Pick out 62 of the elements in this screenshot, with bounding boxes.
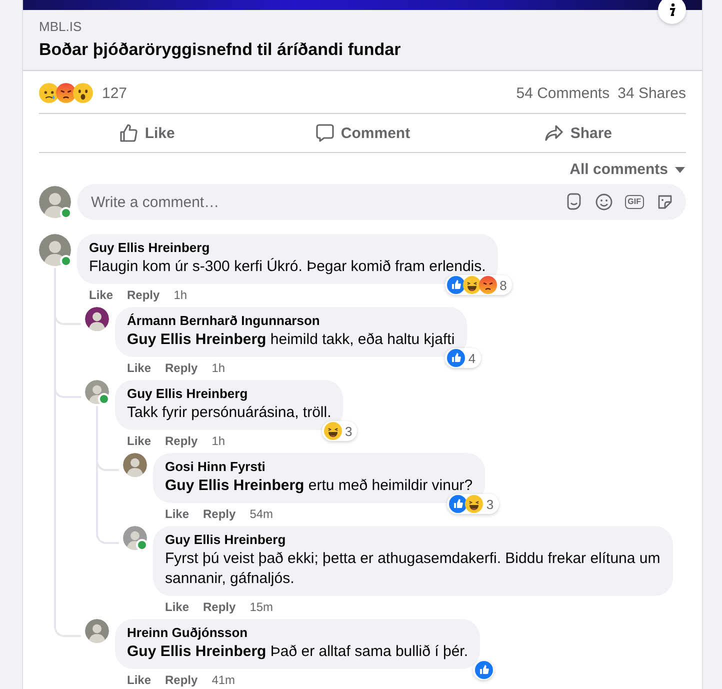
- comment-count[interactable]: 54 Comments: [516, 84, 610, 102]
- like-button[interactable]: Like: [39, 114, 255, 152]
- gif-icon[interactable]: GIF: [624, 195, 644, 209]
- sticker-icon[interactable]: [656, 193, 674, 211]
- avatar[interactable]: [85, 307, 109, 331]
- comment-button[interactable]: Comment: [254, 114, 470, 152]
- speech-bubble-icon: [314, 123, 335, 143]
- comment-author[interactable]: Ármann Bernharð Ingunnarson: [127, 313, 455, 328]
- reply-link[interactable]: Reply: [165, 673, 198, 687]
- like-link[interactable]: Like: [165, 600, 190, 614]
- comment-input-field[interactable]: Write a comment… GIF: [77, 184, 686, 220]
- reaction-count: 3: [345, 424, 352, 438]
- like-link[interactable]: Like: [127, 361, 152, 375]
- reaction-count[interactable]: 127: [102, 84, 128, 102]
- comment-author[interactable]: Guy Ellis Hreinberg: [127, 386, 332, 401]
- comment-time[interactable]: 1h: [212, 361, 226, 375]
- caret-icon: [674, 166, 686, 174]
- comment-text: Guy Ellis Hreinberg ertu með heimildir vinur?: [165, 476, 473, 496]
- reaction-badge[interactable]: 3: [322, 421, 358, 441]
- like-link[interactable]: Like: [165, 507, 190, 521]
- thread-connector: [54, 617, 81, 637]
- comment-time[interactable]: 1h: [212, 434, 226, 448]
- reply-link[interactable]: Reply: [203, 507, 236, 521]
- like-link[interactable]: Like: [127, 434, 152, 448]
- comment-text: Fyrst þú veist það ekki; þetta er athugasemdakerfi. Biddu frekar elítuna um sannanir, gáfnaljós.: [165, 549, 661, 589]
- comment-text: Takk fyrir persónuárásina, tröll.: [127, 403, 332, 423]
- reaction-count: 3: [486, 496, 494, 512]
- like-link[interactable]: Like: [89, 288, 114, 302]
- comment-text: Flaugin kom úr s-300 kerfi Úkró. Þegar komið fram erlendis.: [89, 257, 486, 277]
- share-count[interactable]: 34 Shares: [618, 84, 686, 102]
- avatar[interactable]: [123, 453, 147, 477]
- sort-dropdown[interactable]: All comments: [570, 161, 686, 178]
- reaction-count: 8: [500, 278, 507, 292]
- reply-link[interactable]: Reply: [127, 288, 160, 302]
- comment-text: Guy Ellis Hreinberg Það er alltaf sama bullið í þér.: [127, 642, 468, 662]
- comment-time[interactable]: 41m: [212, 673, 236, 687]
- reaction-badge[interactable]: 3: [447, 494, 499, 514]
- comment-author[interactable]: Gosi Hinn Fyrsti: [165, 459, 473, 474]
- link-preview[interactable]: MBL.IS Boðar þjóðaröryggisnefnd til áríðandi fundar: [23, 10, 702, 71]
- reply-link[interactable]: Reply: [165, 361, 198, 375]
- thread-connector: [96, 524, 119, 544]
- comment-time[interactable]: 1h: [174, 288, 188, 302]
- comment-text: Guy Ellis Hreinberg heimild takk, eða haltu kjafti: [127, 330, 455, 350]
- comment-author[interactable]: Guy Ellis Hreinberg: [89, 240, 486, 255]
- comment-time[interactable]: 54m: [250, 507, 274, 521]
- link-title[interactable]: Boðar þjóðaröryggisnefnd til áríðandi fundar: [39, 40, 401, 60]
- reaction-badge[interactable]: 8: [444, 275, 512, 295]
- info-icon: [667, 3, 677, 17]
- share-button[interactable]: Share: [470, 114, 686, 152]
- link-source: MBL.IS: [39, 19, 82, 34]
- comment-author[interactable]: Guy Ellis Hreinberg: [165, 532, 661, 547]
- reaction-count: 4: [468, 350, 476, 366]
- comment-time[interactable]: 15m: [250, 600, 274, 614]
- reply-link[interactable]: Reply: [203, 600, 236, 614]
- comment-author[interactable]: Hreinn Guðjónsson: [127, 625, 468, 640]
- like-link[interactable]: Like: [127, 673, 152, 687]
- avatar-sticker-icon[interactable]: [564, 193, 583, 211]
- thumbs-up-icon: [118, 123, 139, 143]
- share-arrow-icon: [544, 123, 564, 143]
- reaction-badge[interactable]: 4: [445, 348, 481, 368]
- emoji-icon[interactable]: [594, 193, 613, 211]
- reply-link[interactable]: Reply: [165, 434, 198, 448]
